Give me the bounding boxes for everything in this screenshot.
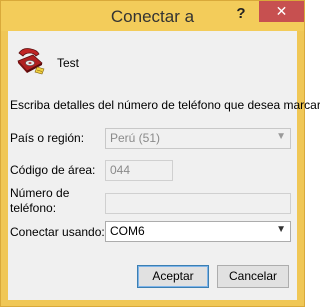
- close-button[interactable]: ✕: [259, 1, 304, 22]
- accept-button[interactable]: Aceptar: [137, 265, 209, 288]
- help-button[interactable]: ?: [229, 3, 253, 25]
- country-label: País o región:: [10, 131, 85, 145]
- chevron-down-icon: ▼: [276, 224, 286, 235]
- area-code-field: 044: [105, 160, 173, 181]
- cancel-button[interactable]: Cancelar: [217, 265, 289, 288]
- close-icon: ✕: [275, 3, 288, 19]
- dialog-window: Conectar a ? ✕ Test Escriba detalles del…: [0, 0, 320, 307]
- connection-name: Test: [57, 56, 80, 70]
- chevron-down-icon: ▼: [276, 131, 286, 142]
- country-select: Perú (51) ▼: [105, 128, 291, 149]
- area-code-label: Código de área:: [10, 163, 96, 177]
- phone-number-field: [105, 193, 291, 214]
- connect-using-select[interactable]: COM6 ▼: [105, 221, 291, 242]
- title-bar[interactable]: Conectar a ? ✕: [1, 1, 304, 31]
- instruction-text: Escriba detalles del número de teléfono …: [10, 98, 320, 112]
- connect-using-label: Conectar usando:: [10, 225, 105, 239]
- country-value: Perú (51): [110, 131, 161, 145]
- connect-using-value: COM6: [110, 224, 145, 238]
- phone-number-label: Número de teléfono:: [10, 186, 70, 215]
- telephone-icon: [17, 48, 45, 75]
- dialog-body: Test Escriba detalles del número de telé…: [8, 31, 320, 300]
